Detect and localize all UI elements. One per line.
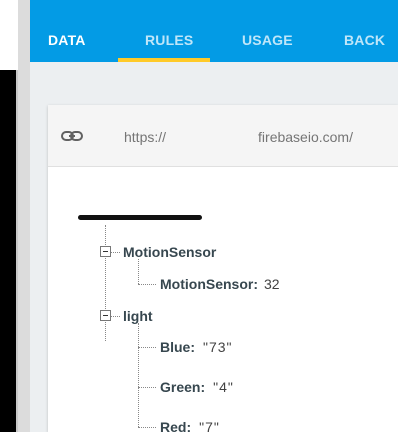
redacted-url-segment xyxy=(166,132,259,145)
tab-backups[interactable]: BACK xyxy=(344,0,385,62)
tab-bar: DATA RULES USAGE BACK xyxy=(30,0,398,62)
url-prefix: https:// xyxy=(124,129,167,145)
left-panel-dark-region xyxy=(0,70,16,432)
database-url-bar: https:// firebaseio.com/ xyxy=(48,105,398,167)
tree-connector xyxy=(111,316,120,317)
data-tree: MotionSensor MotionSensor: 32 light Blue:… xyxy=(48,167,398,432)
tree-connector xyxy=(138,284,156,285)
leaf-value: "4" xyxy=(213,379,234,395)
database-url[interactable]: https:// firebaseio.com/ xyxy=(124,129,353,145)
tree-connector xyxy=(138,427,156,428)
leaf-key: Red: xyxy=(160,419,192,432)
tree-connector xyxy=(138,259,139,284)
node-label: MotionSensor xyxy=(123,244,217,260)
leaf-value: "7" xyxy=(199,419,220,432)
collapse-toggle-light[interactable] xyxy=(100,310,111,321)
url-suffix: firebaseio.com/ xyxy=(258,129,353,145)
tree-node-light[interactable]: light xyxy=(123,308,153,324)
redacted-root-node xyxy=(78,215,202,220)
tree-connector xyxy=(138,347,156,348)
splitter-gutter[interactable] xyxy=(18,0,30,432)
leaf-key: Blue: xyxy=(160,339,195,355)
tab-data[interactable]: DATA xyxy=(48,0,86,62)
tree-leaf-red[interactable]: Red: "7" xyxy=(160,419,220,432)
node-label: light xyxy=(123,308,153,324)
tree-node-motionsensor[interactable]: MotionSensor xyxy=(123,244,216,260)
leaf-value: 32 xyxy=(264,276,280,292)
tab-rules[interactable]: RULES xyxy=(145,0,193,62)
tree-leaf-green[interactable]: Green: "4" xyxy=(160,379,234,395)
tree-connector xyxy=(138,323,139,427)
data-card: https:// firebaseio.com/ MotionSensor Mot… xyxy=(48,105,398,432)
tree-connector xyxy=(111,252,120,253)
tree-leaf-blue[interactable]: Blue: "73" xyxy=(160,339,233,355)
tab-usage[interactable]: USAGE xyxy=(242,0,293,62)
leaf-value: "73" xyxy=(203,339,233,355)
tree-connector xyxy=(105,225,106,341)
tree-connector xyxy=(138,387,156,388)
leaf-key: MotionSensor: xyxy=(160,276,258,292)
tree-leaf-motionsensor[interactable]: MotionSensor: 32 xyxy=(160,276,280,292)
leaf-key: Green: xyxy=(160,379,206,395)
link-icon[interactable] xyxy=(60,127,84,145)
collapse-toggle-motionsensor[interactable] xyxy=(100,246,111,257)
